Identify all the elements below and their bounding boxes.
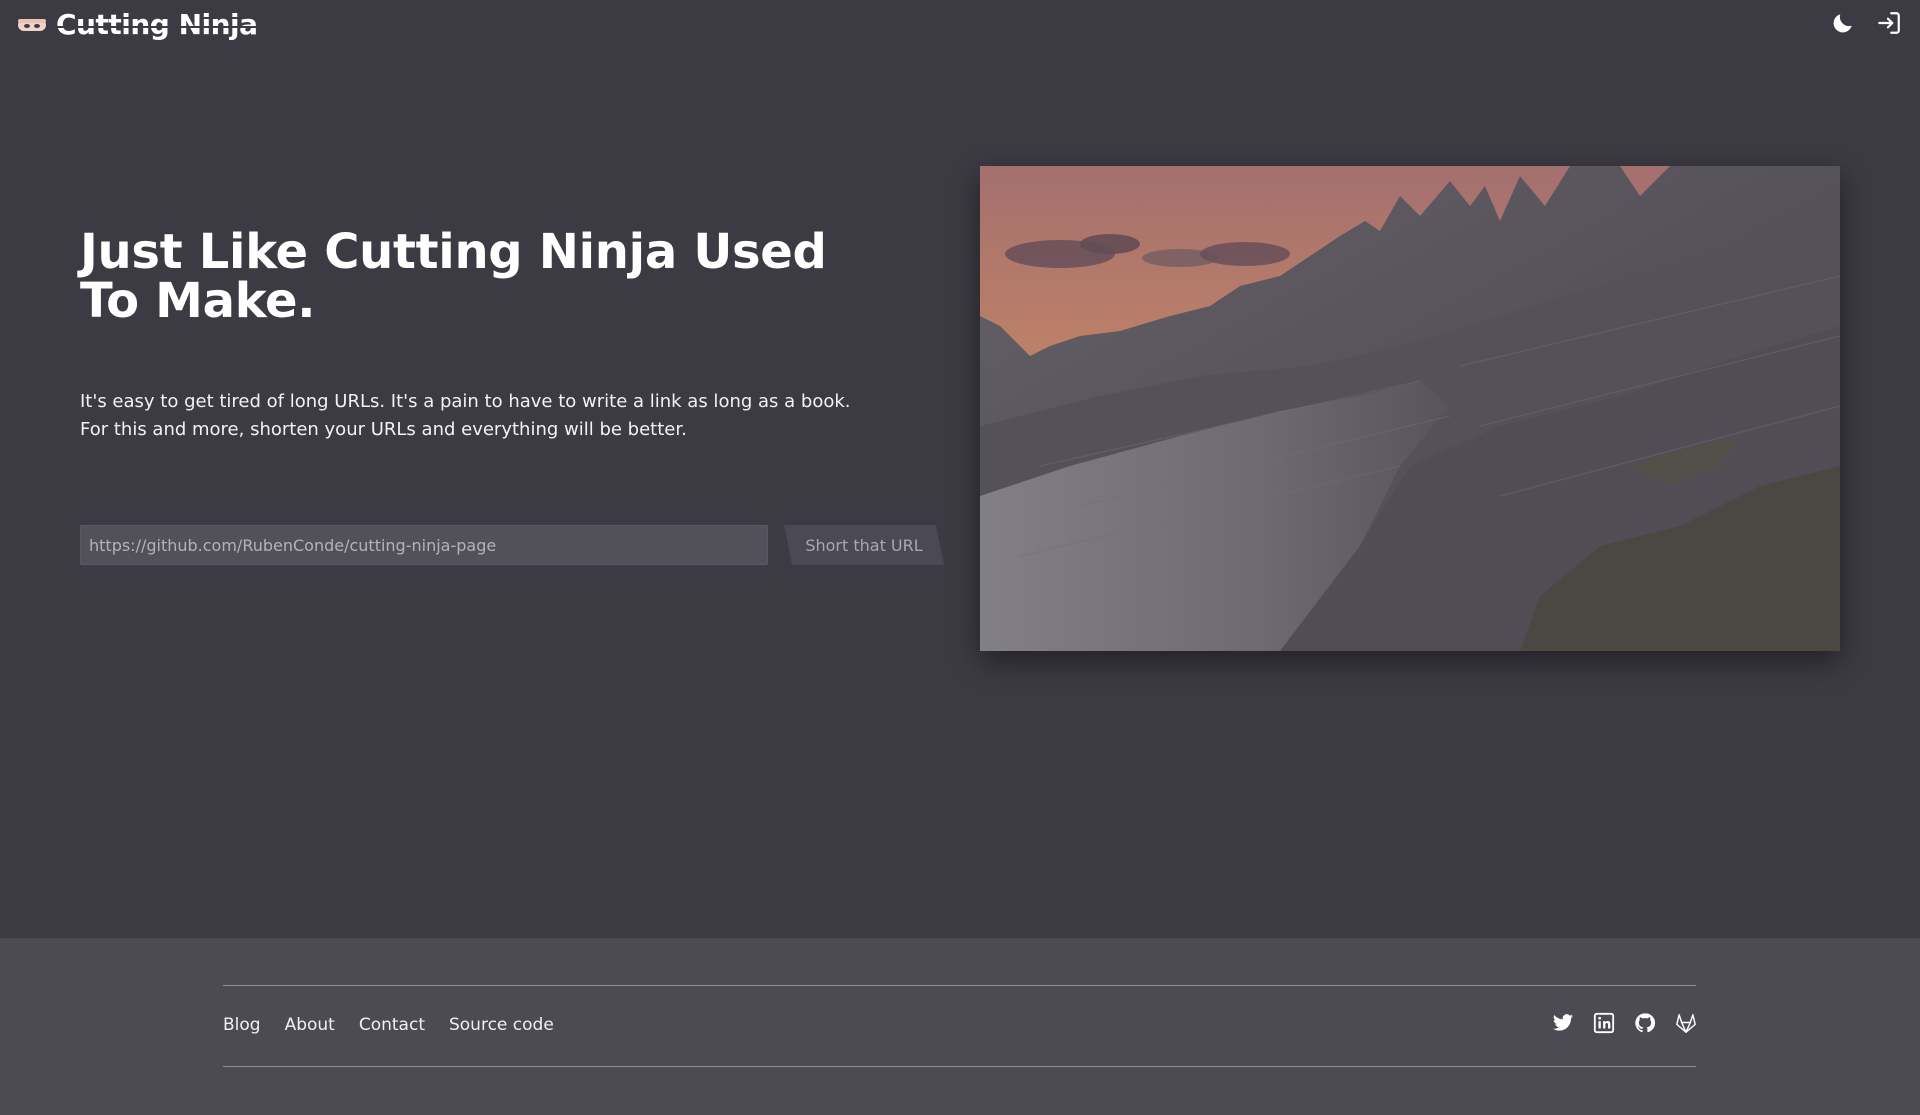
mountain-landscape-image	[980, 166, 1840, 651]
footer-link-about[interactable]: About	[285, 1015, 335, 1035]
short-url-button[interactable]: Short that URL	[784, 525, 944, 565]
github-icon[interactable]	[1634, 1012, 1656, 1034]
footer-link-source-code[interactable]: Source code	[449, 1015, 554, 1035]
hero-description-line-2: For this and more, shorten your URLs and…	[80, 419, 687, 440]
hero-title: Just Like Cutting Ninja Used To Make.	[80, 224, 827, 329]
url-input[interactable]	[80, 525, 768, 565]
hero-description-line-1: It's easy to get tired of long URLs. It'…	[80, 391, 851, 412]
brand-home-link[interactable]: Cutting Ninja	[18, 8, 258, 42]
gitlab-icon[interactable]	[1675, 1012, 1697, 1034]
footer-divider-bottom	[223, 1066, 1696, 1067]
app-header: Cutting Ninja	[0, 0, 1920, 50]
footer-social-links	[1552, 1012, 1697, 1034]
footer-nav: Blog About Contact Source code	[223, 1015, 554, 1035]
brand-name: Cutting Ninja	[56, 8, 258, 41]
ninja-mask-icon	[18, 19, 46, 31]
twitter-icon[interactable]	[1552, 1012, 1574, 1034]
linkedin-icon[interactable]	[1593, 1012, 1615, 1034]
moon-icon[interactable]	[1830, 10, 1856, 36]
hero-description: It's easy to get tired of long URLs. It'…	[80, 388, 860, 444]
footer-link-contact[interactable]: Contact	[359, 1015, 425, 1035]
hero-mountain-image	[980, 166, 1840, 651]
footer-divider-top	[223, 985, 1696, 986]
site-footer: Blog About Contact Source code	[0, 938, 1920, 1115]
header-actions	[1830, 10, 1902, 36]
footer-link-blog[interactable]: Blog	[223, 1015, 261, 1035]
login-icon[interactable]	[1876, 10, 1902, 36]
